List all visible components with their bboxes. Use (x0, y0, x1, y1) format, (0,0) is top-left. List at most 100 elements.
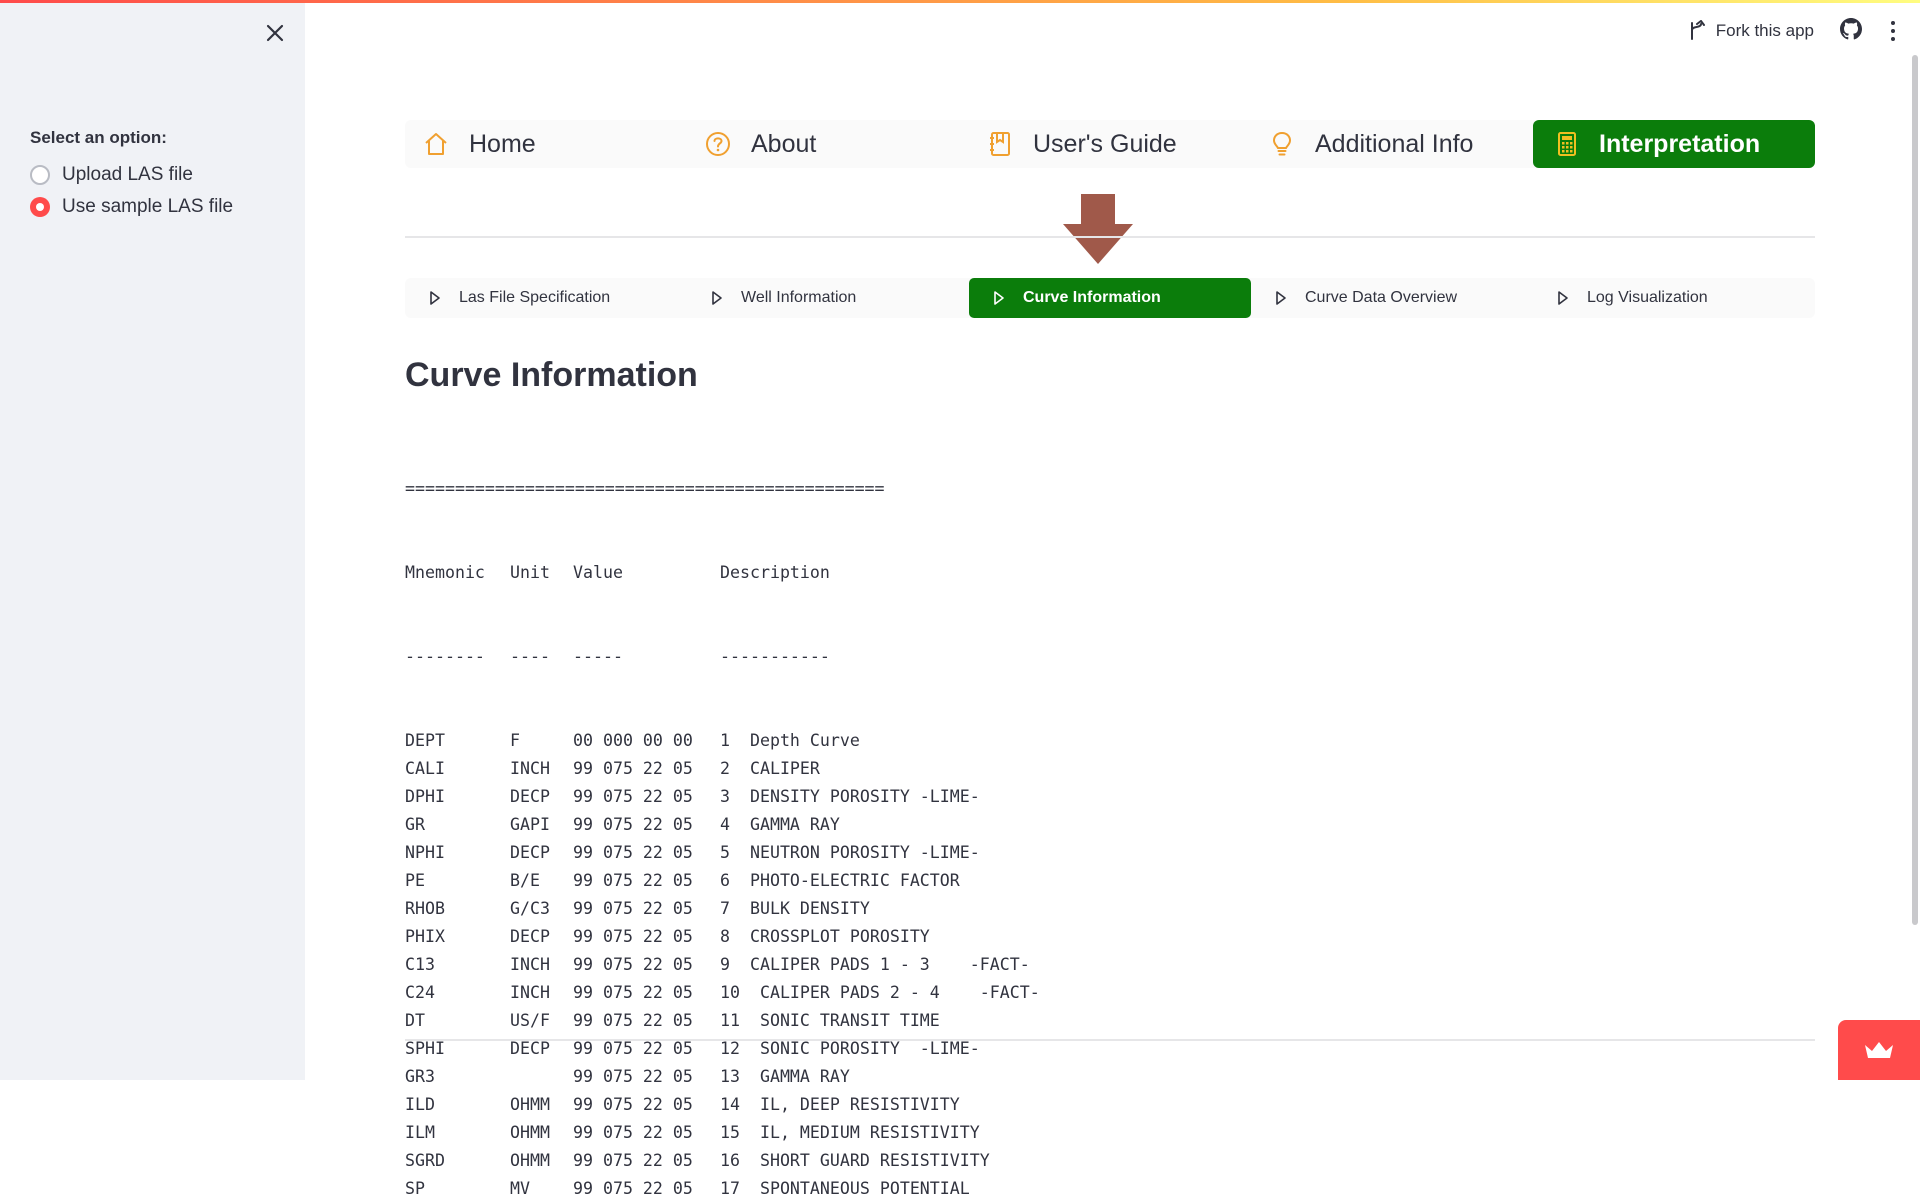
fork-label: Fork this app (1716, 21, 1814, 41)
cell-mnemonic: DEPT (405, 727, 510, 755)
cell-value: 99 075 22 05 (573, 867, 720, 895)
subnav-label: Well Information (741, 289, 856, 307)
radio-upload-las[interactable]: Upload LAS file (30, 164, 193, 186)
cell-value: 00 000 00 00 (573, 727, 720, 755)
radio-label: Upload LAS file (62, 164, 193, 186)
divider (405, 236, 1815, 238)
cell-value: 99 075 22 05 (573, 1147, 720, 1175)
github-icon (1840, 18, 1862, 40)
nav-interpretation[interactable]: Interpretation (1533, 120, 1815, 168)
cell-mnemonic: NPHI (405, 839, 510, 867)
cell-unit: G/C3 (510, 895, 573, 923)
cell-mnemonic: DT (405, 1007, 510, 1035)
cell-mnemonic: SGRD (405, 1147, 510, 1175)
cell-unit: INCH (510, 979, 573, 1007)
cell-description: 14 IL, DEEP RESISTIVITY (720, 1095, 960, 1114)
house-icon (423, 131, 449, 157)
down-arrow-icon (1063, 194, 1133, 264)
cell-description: 3 DENSITY POROSITY -LIME- (720, 787, 980, 806)
table-row: CALIINCH99 075 22 052 CALIPER (405, 755, 1040, 783)
dash-unit: ---- (510, 643, 573, 671)
subnav-curve-data-overview[interactable]: Curve Data Overview (1251, 278, 1533, 318)
header-actions: Fork this app (1688, 14, 1920, 48)
nav-about[interactable]: About (687, 120, 969, 168)
main-menu-button[interactable] (1888, 21, 1898, 41)
cell-mnemonic: CALI (405, 755, 510, 783)
journal-bookmark-icon (987, 131, 1013, 157)
table-row: ILMOHMM99 075 22 0515 IL, MEDIUM RESISTI… (405, 1119, 1040, 1147)
subnav-label: Las File Specification (459, 289, 610, 307)
cell-value: 99 075 22 05 (573, 923, 720, 951)
nav-additional-info[interactable]: Additional Info (1251, 120, 1533, 168)
radio-sample-las[interactable]: Use sample LAS file (30, 196, 233, 218)
nav-label: User's Guide (1033, 130, 1177, 159)
cell-value: 99 075 22 05 (573, 1119, 720, 1147)
divider (405, 1039, 1815, 1041)
table-row: ILDOHMM99 075 22 0514 IL, DEEP RESISTIVI… (405, 1091, 1040, 1119)
nav-label: Additional Info (1315, 130, 1473, 159)
nav-home[interactable]: Home (405, 120, 687, 168)
cell-description: 17 SPONTANEOUS POTENTIAL (720, 1179, 970, 1198)
curve-info-text: ========================================… (405, 419, 1040, 1203)
crown-icon (1863, 1039, 1895, 1061)
table-row: PEB/E99 075 22 056 PHOTO-ELECTRIC FACTOR (405, 867, 1040, 895)
cell-mnemonic: C13 (405, 951, 510, 979)
cell-value: 99 075 22 05 (573, 1063, 720, 1091)
table-row: GR3 99 075 22 0513 GAMMA RAY (405, 1063, 1040, 1091)
top-option-menu: Home About User's Guide Additional Inf (405, 120, 1815, 168)
cell-description: 15 IL, MEDIUM RESISTIVITY (720, 1123, 980, 1142)
close-icon (262, 20, 288, 46)
cell-value: 99 075 22 05 (573, 811, 720, 839)
subnav-las-file-specification[interactable]: Las File Specification (405, 278, 687, 318)
radio-button-unselected[interactable] (30, 165, 50, 185)
cell-mnemonic: GR3 (405, 1063, 510, 1091)
top-decoration-line (0, 0, 1920, 3)
separator-line: ========================================… (405, 475, 1040, 503)
cell-mnemonic: RHOB (405, 895, 510, 923)
github-button[interactable] (1840, 18, 1862, 45)
subnav-log-visualization[interactable]: Log Visualization (1533, 278, 1815, 318)
fork-app-button[interactable]: Fork this app (1688, 20, 1814, 42)
cell-value: 99 075 22 05 (573, 1007, 720, 1035)
subnav-label: Curve Data Overview (1305, 289, 1457, 307)
table-row: DTUS/F99 075 22 0511 SONIC TRANSIT TIME (405, 1007, 1040, 1035)
cell-unit: F (510, 727, 573, 755)
select-option-label: Select an option: (30, 128, 167, 148)
play-icon (1275, 290, 1287, 306)
cell-description: 12 SONIC POROSITY -LIME- (720, 1039, 980, 1058)
cell-unit: INCH (510, 951, 573, 979)
close-sidebar-button[interactable] (262, 20, 288, 46)
cell-unit: OHMM (510, 1091, 573, 1119)
cell-unit: DECP (510, 923, 573, 951)
table-row: C13INCH99 075 22 059 CALIPER PADS 1 - 3 … (405, 951, 1040, 979)
page-scrollbar[interactable] (1912, 55, 1918, 925)
cell-description: 13 GAMMA RAY (720, 1067, 850, 1086)
streamlit-badge-button[interactable] (1838, 1020, 1920, 1080)
cell-description: 10 CALIPER PADS 2 - 4 -FACT- (720, 983, 1040, 1002)
cell-description: 11 SONIC TRANSIT TIME (720, 1011, 940, 1030)
cell-unit: GAPI (510, 811, 573, 839)
subnav-curve-information[interactable]: Curve Information (969, 278, 1251, 318)
cell-mnemonic: PE (405, 867, 510, 895)
menu-dot-icon (1891, 37, 1895, 41)
cell-description: 7 BULK DENSITY (720, 899, 870, 918)
question-circle-icon (705, 131, 731, 157)
cell-value: 99 075 22 05 (573, 755, 720, 783)
menu-dot-icon (1891, 21, 1895, 25)
cell-description: 9 CALIPER PADS 1 - 3 -FACT- (720, 955, 1030, 974)
nav-label: Interpretation (1599, 130, 1760, 159)
cell-mnemonic: SP (405, 1175, 510, 1203)
header-unit: Unit (510, 559, 573, 587)
header-value: Value (573, 559, 720, 587)
table-row: DEPTF00 000 00 001 Depth Curve (405, 727, 1040, 755)
cell-unit: OHMM (510, 1119, 573, 1147)
table-row: SGRDOHMM99 075 22 0516 SHORT GUARD RESIS… (405, 1147, 1040, 1175)
cell-value: 99 075 22 05 (573, 1091, 720, 1119)
sidebar: Select an option: Upload LAS file Use sa… (0, 0, 305, 1080)
subnav-label: Curve Information (1023, 289, 1161, 307)
radio-button-selected[interactable] (30, 197, 50, 217)
subnav-well-information[interactable]: Well Information (687, 278, 969, 318)
cell-unit: MV (510, 1175, 573, 1203)
cell-description: 5 NEUTRON POROSITY -LIME- (720, 843, 980, 862)
nav-users-guide[interactable]: User's Guide (969, 120, 1251, 168)
